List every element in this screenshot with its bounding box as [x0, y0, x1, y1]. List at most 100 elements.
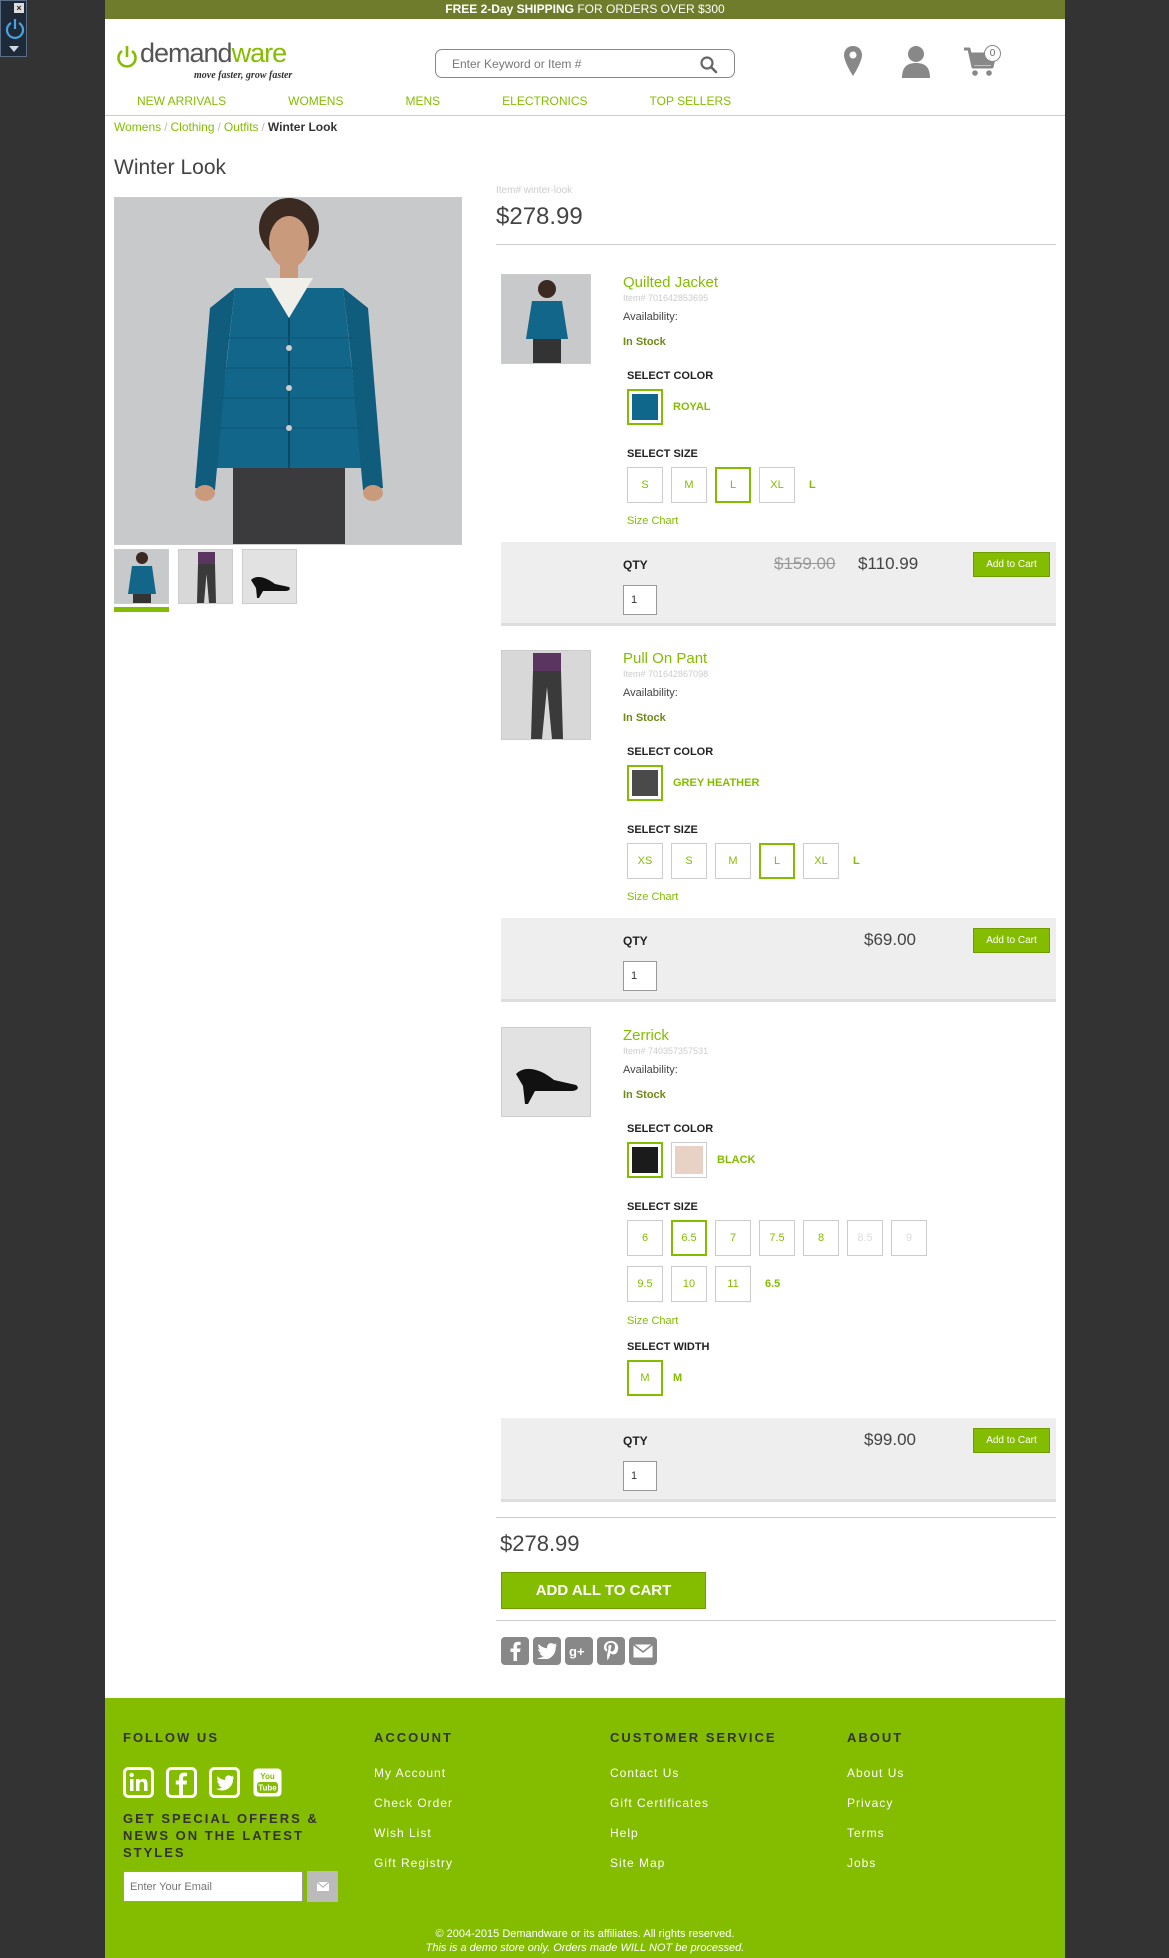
size-option-6[interactable]: 6	[627, 1220, 663, 1256]
pinterest-icon[interactable]	[597, 1637, 625, 1665]
qty-box: QTY $99.00 Add to Cart	[501, 1418, 1056, 1502]
product-image[interactable]	[501, 274, 591, 364]
linkedin-icon[interactable]	[123, 1767, 154, 1798]
size-option-6-5[interactable]: 6.5	[671, 1220, 707, 1256]
size-option-9: 9	[891, 1220, 927, 1256]
qty-input[interactable]	[623, 961, 657, 991]
terms-link[interactable]: Terms	[847, 1818, 904, 1848]
product-item-number: Item# 740357357531	[623, 1046, 709, 1056]
page-title: Winter Look	[114, 156, 227, 179]
main-product-image[interactable]	[114, 197, 462, 545]
size-option-10[interactable]: 10	[671, 1266, 707, 1302]
qty-input[interactable]	[623, 1461, 657, 1491]
product-item-number: Item# 701642853695	[623, 293, 709, 303]
logo[interactable]: demandware move faster, grow faster	[114, 38, 304, 85]
wish-list-link[interactable]: Wish List	[374, 1818, 453, 1848]
size-option-xs[interactable]: XS	[627, 843, 663, 879]
color-swatch-nude[interactable]	[671, 1142, 707, 1178]
in-stock-status: In Stock	[623, 336, 666, 348]
search-input[interactable]	[452, 50, 692, 77]
twitter-icon[interactable]	[209, 1767, 240, 1798]
color-swatch-grey-heather[interactable]	[627, 765, 663, 801]
size-chart-link[interactable]: Size Chart	[627, 1315, 678, 1327]
thumbnail-pant[interactable]	[178, 549, 233, 604]
check-order-link[interactable]: Check Order	[374, 1788, 453, 1818]
gift-certificates-link[interactable]: Gift Certificates	[610, 1788, 777, 1818]
size-chart-link[interactable]: Size Chart	[627, 515, 678, 527]
facebook-icon[interactable]	[501, 1637, 529, 1665]
size-option-xl[interactable]: XL	[759, 467, 795, 503]
breadcrumb-womens[interactable]: Womens	[114, 120, 161, 134]
facebook-icon[interactable]	[166, 1767, 197, 1798]
nav-womens[interactable]: WOMENS	[257, 87, 374, 116]
size-option-9-5[interactable]: 9.5	[627, 1266, 663, 1302]
select-color-label: SELECT COLOR	[627, 370, 714, 382]
sale-price: $110.99	[858, 554, 919, 573]
size-option-8[interactable]: 8	[803, 1220, 839, 1256]
nav-new-arrivals[interactable]: NEW ARRIVALS	[105, 87, 257, 116]
search-box	[435, 49, 735, 78]
nav-top-sellers[interactable]: TOP SELLERS	[619, 87, 763, 116]
email-submit-button[interactable]	[307, 1871, 338, 1902]
product-info: Quilted Jacket Item# 701642853695 Availa…	[623, 274, 718, 348]
chevron-down-icon[interactable]	[9, 46, 19, 52]
add-to-cart-button[interactable]: Add to Cart	[973, 1428, 1050, 1453]
size-option-xl[interactable]: XL	[803, 843, 839, 879]
close-icon[interactable]: ×	[14, 3, 24, 13]
breadcrumb: Womens / Clothing / Outfits / Winter Look	[114, 120, 338, 134]
cart-button[interactable]: 0	[963, 43, 1003, 79]
follow-us-heading: FOLLOW US	[123, 1730, 219, 1745]
email-icon[interactable]	[629, 1637, 657, 1665]
product-name-link[interactable]: Quilted Jacket	[623, 274, 718, 291]
product-image[interactable]	[501, 650, 591, 740]
size-option-m[interactable]: M	[671, 467, 707, 503]
googleplus-icon[interactable]: g+	[565, 1637, 593, 1665]
contact-us-link[interactable]: Contact Us	[610, 1758, 777, 1788]
my-account-link[interactable]: My Account	[374, 1758, 453, 1788]
site-map-link[interactable]: Site Map	[610, 1848, 777, 1878]
size-option-s[interactable]: S	[627, 467, 663, 503]
size-option-7[interactable]: 7	[715, 1220, 751, 1256]
thumbnail-shoe[interactable]	[242, 549, 297, 604]
add-to-cart-button[interactable]: Add to Cart	[973, 928, 1050, 953]
size-chart-link[interactable]: Size Chart	[627, 891, 678, 903]
nav-mens[interactable]: MENS	[374, 87, 471, 116]
size-option-l[interactable]: L	[759, 843, 795, 879]
jobs-link[interactable]: Jobs	[847, 1848, 904, 1878]
size-option-l[interactable]: L	[715, 467, 751, 503]
product-name-link[interactable]: Zerrick	[623, 1027, 708, 1044]
gift-registry-link[interactable]: Gift Registry	[374, 1848, 453, 1878]
thumbnail-jacket[interactable]	[114, 549, 169, 604]
qty-input[interactable]	[623, 585, 657, 615]
in-stock-status: In Stock	[623, 1089, 666, 1101]
product-image[interactable]	[501, 1027, 591, 1117]
about-us-link[interactable]: About Us	[847, 1758, 904, 1788]
account-icon[interactable]	[901, 45, 931, 78]
nav-electronics[interactable]: ELECTRONICS	[471, 87, 618, 116]
breadcrumb-clothing[interactable]: Clothing	[170, 120, 214, 134]
add-to-cart-button[interactable]: Add to Cart	[973, 552, 1050, 577]
size-option-7-5[interactable]: 7.5	[759, 1220, 795, 1256]
store-locator-icon[interactable]	[843, 45, 863, 77]
footer-about-column: ABOUT About Us Privacy Terms Jobs	[847, 1730, 904, 1878]
privacy-link[interactable]: Privacy	[847, 1788, 904, 1818]
email-input[interactable]	[123, 1871, 303, 1902]
add-all-to-cart-button[interactable]: ADD ALL TO CART	[501, 1572, 706, 1609]
size-option-m[interactable]: M	[715, 843, 751, 879]
color-swatch-black[interactable]	[627, 1142, 663, 1178]
color-swatch-royal[interactable]	[627, 389, 663, 425]
size-option-s[interactable]: S	[671, 843, 707, 879]
size-option-8-5: 8.5	[847, 1220, 883, 1256]
width-option-m[interactable]: M	[627, 1360, 663, 1396]
size-option-11[interactable]: 11	[715, 1266, 751, 1302]
power-widget[interactable]: ×	[0, 0, 27, 57]
help-link[interactable]: Help	[610, 1818, 777, 1848]
search-icon[interactable]	[700, 56, 718, 74]
svg-text:You: You	[260, 1772, 275, 1781]
youtube-icon[interactable]: You Tube	[252, 1767, 283, 1798]
product-item-number: Item# 701642867098	[623, 669, 709, 679]
product-name-link[interactable]: Pull On Pant	[623, 650, 708, 667]
breadcrumb-outfits[interactable]: Outfits	[224, 120, 259, 134]
twitter-icon[interactable]	[533, 1637, 561, 1665]
select-color-label: SELECT COLOR	[627, 1123, 714, 1135]
